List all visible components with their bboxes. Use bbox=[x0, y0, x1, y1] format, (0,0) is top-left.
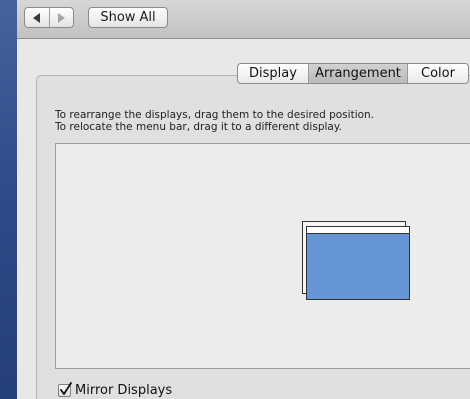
instruction-rearrange: To rearrange the displays, drag them to … bbox=[55, 109, 375, 121]
show-all-button[interactable]: Show All bbox=[88, 7, 168, 28]
mirror-displays-label: Mirror Displays bbox=[75, 383, 173, 398]
instructions: To rearrange the displays, drag them to … bbox=[55, 109, 374, 133]
tab-color[interactable]: Color bbox=[407, 64, 468, 83]
tab-arrangement[interactable]: Arrangement bbox=[308, 64, 407, 83]
instruction-menu-bar: To relocate the menu bar, drag it to a d… bbox=[55, 121, 342, 133]
checkmark-icon bbox=[60, 382, 72, 395]
forward-arrow-icon bbox=[58, 12, 66, 23]
tab-bar: Display Arrangement Color bbox=[237, 63, 469, 84]
preferences-window: Show All Display Arrangement Color To re… bbox=[17, 0, 470, 399]
mirror-displays-checkbox[interactable] bbox=[58, 382, 72, 397]
toolbar: Show All bbox=[17, 0, 470, 39]
forward-button[interactable] bbox=[48, 8, 74, 27]
tab-display[interactable]: Display bbox=[238, 64, 308, 83]
back-arrow-icon bbox=[32, 12, 40, 23]
mirror-displays-option[interactable]: Mirror Displays bbox=[58, 382, 173, 398]
content-area: Display Arrangement Color To rearrange t… bbox=[17, 39, 470, 399]
menu-bar-indicator[interactable] bbox=[307, 227, 409, 234]
primary-display-thumbnail[interactable] bbox=[306, 226, 410, 300]
back-button[interactable] bbox=[25, 8, 49, 27]
navigation-buttons bbox=[24, 7, 74, 28]
desktop-background bbox=[0, 0, 17, 399]
display-arrangement-area bbox=[55, 143, 470, 369]
